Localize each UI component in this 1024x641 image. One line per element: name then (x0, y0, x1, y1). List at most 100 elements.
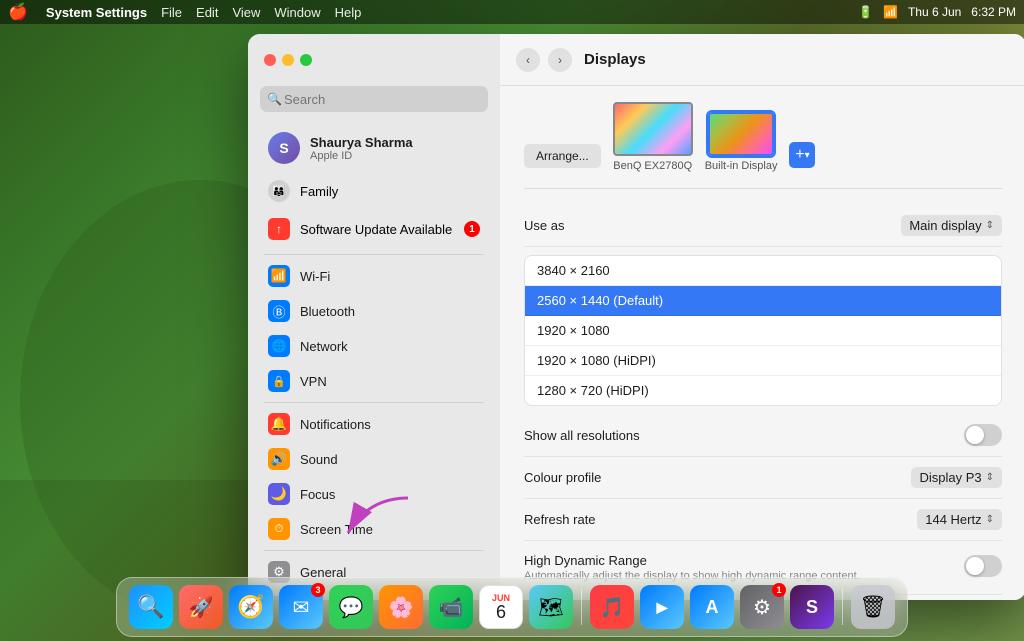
menu-file[interactable]: File (161, 5, 182, 20)
sidebar-item-network[interactable]: 🌐 Network (256, 329, 492, 363)
safari-icon: 🧭 (237, 594, 264, 620)
display-benq-screen (613, 102, 693, 156)
dock-item-appstore[interactable]: A (690, 585, 734, 629)
colour-profile-dropdown[interactable]: Display P3 ⇕ (911, 467, 1002, 488)
sidebar-item-user[interactable]: S Shaurya Sharma Apple ID (256, 124, 492, 172)
mail-badge: 3 (311, 583, 325, 597)
user-name: Shaurya Sharma (310, 135, 413, 150)
software-update-icon: ↑ (268, 218, 290, 240)
sidebar-item-sound[interactable]: 🔊 Sound (256, 442, 492, 476)
search-icon: 🔍 (267, 92, 282, 106)
dock-item-mail[interactable]: ✉ 3 (279, 585, 323, 629)
network-icon: 🌐 (268, 335, 290, 357)
sidebar-item-focus[interactable]: 🌙 Focus (256, 477, 492, 511)
dock-item-music[interactable]: 🎵 (590, 585, 634, 629)
colour-profile-row: Colour profile Display P3 ⇕ (524, 457, 1002, 499)
trash-icon: 🗑 (859, 594, 887, 620)
add-display-button[interactable]: + ▾ (789, 142, 815, 168)
dock-item-launchpad[interactable]: 🚀 (179, 585, 223, 629)
settings-icon: ⚙ (753, 595, 771, 620)
vpn-label: VPN (300, 374, 480, 389)
resolution-item-4[interactable]: 1280 × 720 (HiDPI) (525, 376, 1001, 405)
divider-2 (264, 402, 484, 403)
menu-help[interactable]: Help (335, 5, 362, 20)
chevron-down-icon: ⇕ (986, 220, 994, 231)
back-button[interactable]: ‹ (516, 48, 540, 72)
menu-window[interactable]: Window (274, 5, 320, 20)
sidebar-item-vpn[interactable]: 🔒 VPN (256, 364, 492, 398)
avatar: S (268, 132, 300, 164)
dock-item-photos[interactable]: 🌸 (379, 585, 423, 629)
main-titlebar: ‹ › Displays (500, 34, 1024, 86)
maximize-button[interactable] (300, 54, 312, 66)
sidebar-item-software-update[interactable]: ↑ Software Update Available 1 (256, 212, 492, 246)
resolution-item-2[interactable]: 1920 × 1080 (525, 316, 1001, 346)
forward-button[interactable]: › (548, 48, 572, 72)
dock-item-maps[interactable]: 🗺 (529, 585, 573, 629)
dock-item-trash[interactable]: 🗑 (851, 585, 895, 629)
resolution-item-0[interactable]: 3840 × 2160 (525, 256, 1001, 286)
network-label: Network (300, 339, 480, 354)
use-as-value: Main display (909, 218, 981, 233)
main-body[interactable]: Arrange... BenQ EX2780Q Built-in Display… (500, 86, 1024, 600)
menubar: 🍎 System Settings File Edit View Window … (0, 0, 1024, 24)
show-all-toggle[interactable] (964, 424, 1002, 446)
dock-item-safari[interactable]: 🧭 (229, 585, 273, 629)
apple-menu[interactable]: 🍎 (8, 2, 28, 22)
main-content: ‹ › Displays Arrange... BenQ EX2780Q (500, 34, 1024, 600)
dock-item-calendar[interactable]: JUN 6 (479, 585, 523, 629)
refresh-rate-dropdown[interactable]: 144 Hertz ⇕ (917, 509, 1002, 530)
resolution-list: 3840 × 2160 2560 × 1440 (Default) 1920 ×… (524, 255, 1002, 406)
sidebar-item-notifications[interactable]: 🔔 Notifications (256, 407, 492, 441)
sidebar-item-bluetooth[interactable]: Ⓑ Bluetooth (256, 294, 492, 328)
facetime-icon: 📹 (439, 595, 464, 620)
colour-profile-value: Display P3 (919, 470, 981, 485)
search-input[interactable] (260, 86, 488, 112)
sound-icon: 🔊 (268, 448, 290, 470)
sidebar-item-wifi[interactable]: 📶 Wi-Fi (256, 259, 492, 293)
music-icon: 🎵 (600, 595, 625, 620)
hdr-toggle[interactable] (964, 555, 1002, 577)
display-builtin[interactable]: Built-in Display (705, 112, 778, 172)
sidebar-item-family[interactable]: 👨‍👩‍👧 Family (256, 174, 492, 208)
vpn-icon: 🔒 (268, 370, 290, 392)
dock-item-finder[interactable]: 🔍 (129, 585, 173, 629)
display-benq[interactable]: BenQ EX2780Q (613, 102, 693, 172)
software-update-label: Software Update Available (300, 222, 454, 237)
display-builtin-screen (708, 112, 774, 156)
minimize-button[interactable] (282, 54, 294, 66)
dock-item-settings[interactable]: ⚙ 1 (740, 585, 784, 629)
dock-separator-2 (842, 589, 843, 625)
resolution-item-1[interactable]: 2560 × 1440 (Default) (525, 286, 1001, 316)
dock: 🔍 🚀 🧭 ✉ 3 💬 🌸 📹 JUN 6 🗺 🎵 ▶ A ⚙ 1 S (116, 577, 908, 637)
menu-view[interactable]: View (232, 5, 260, 20)
appstore-icon: A (706, 597, 719, 618)
bluetooth-icon: Ⓑ (268, 300, 290, 322)
toggle-knob (966, 426, 984, 444)
dock-item-slack[interactable]: S (790, 585, 834, 629)
bluetooth-label: Bluetooth (300, 304, 480, 319)
sidebar-scroll[interactable]: S Shaurya Sharma Apple ID 👨‍👩‍👧 Family ↑… (248, 120, 500, 600)
dock-item-facetime[interactable]: 📹 (429, 585, 473, 629)
mail-icon: ✉ (293, 595, 310, 620)
resolution-item-3[interactable]: 1920 × 1080 (HiDPI) (525, 346, 1001, 376)
sidebar: 🔍 S Shaurya Sharma Apple ID 👨‍👩‍👧 Family (248, 34, 500, 600)
menubar-wifi-icon: 📶 (883, 5, 898, 19)
maps-icon: 🗺 (538, 595, 563, 620)
close-button[interactable] (264, 54, 276, 66)
dock-item-appletv[interactable]: ▶ (640, 585, 684, 629)
arrange-button[interactable]: Arrange... (524, 144, 601, 168)
launchpad-icon: 🚀 (189, 595, 214, 620)
family-label: Family (300, 184, 480, 199)
sidebar-titlebar (248, 34, 500, 86)
toggle-knob (966, 557, 984, 575)
sidebar-item-screen-time[interactable]: ⏱ Screen Time (256, 512, 492, 546)
app-name[interactable]: System Settings (46, 5, 147, 20)
wifi-icon: 📶 (268, 265, 290, 287)
refresh-rate-label: Refresh rate (524, 512, 917, 527)
menubar-battery-icon: 🔋 (858, 5, 873, 19)
dock-item-messages[interactable]: 💬 (329, 585, 373, 629)
menu-edit[interactable]: Edit (196, 5, 218, 20)
use-as-dropdown[interactable]: Main display ⇕ (901, 215, 1002, 236)
family-icon: 👨‍👩‍👧 (268, 180, 290, 202)
